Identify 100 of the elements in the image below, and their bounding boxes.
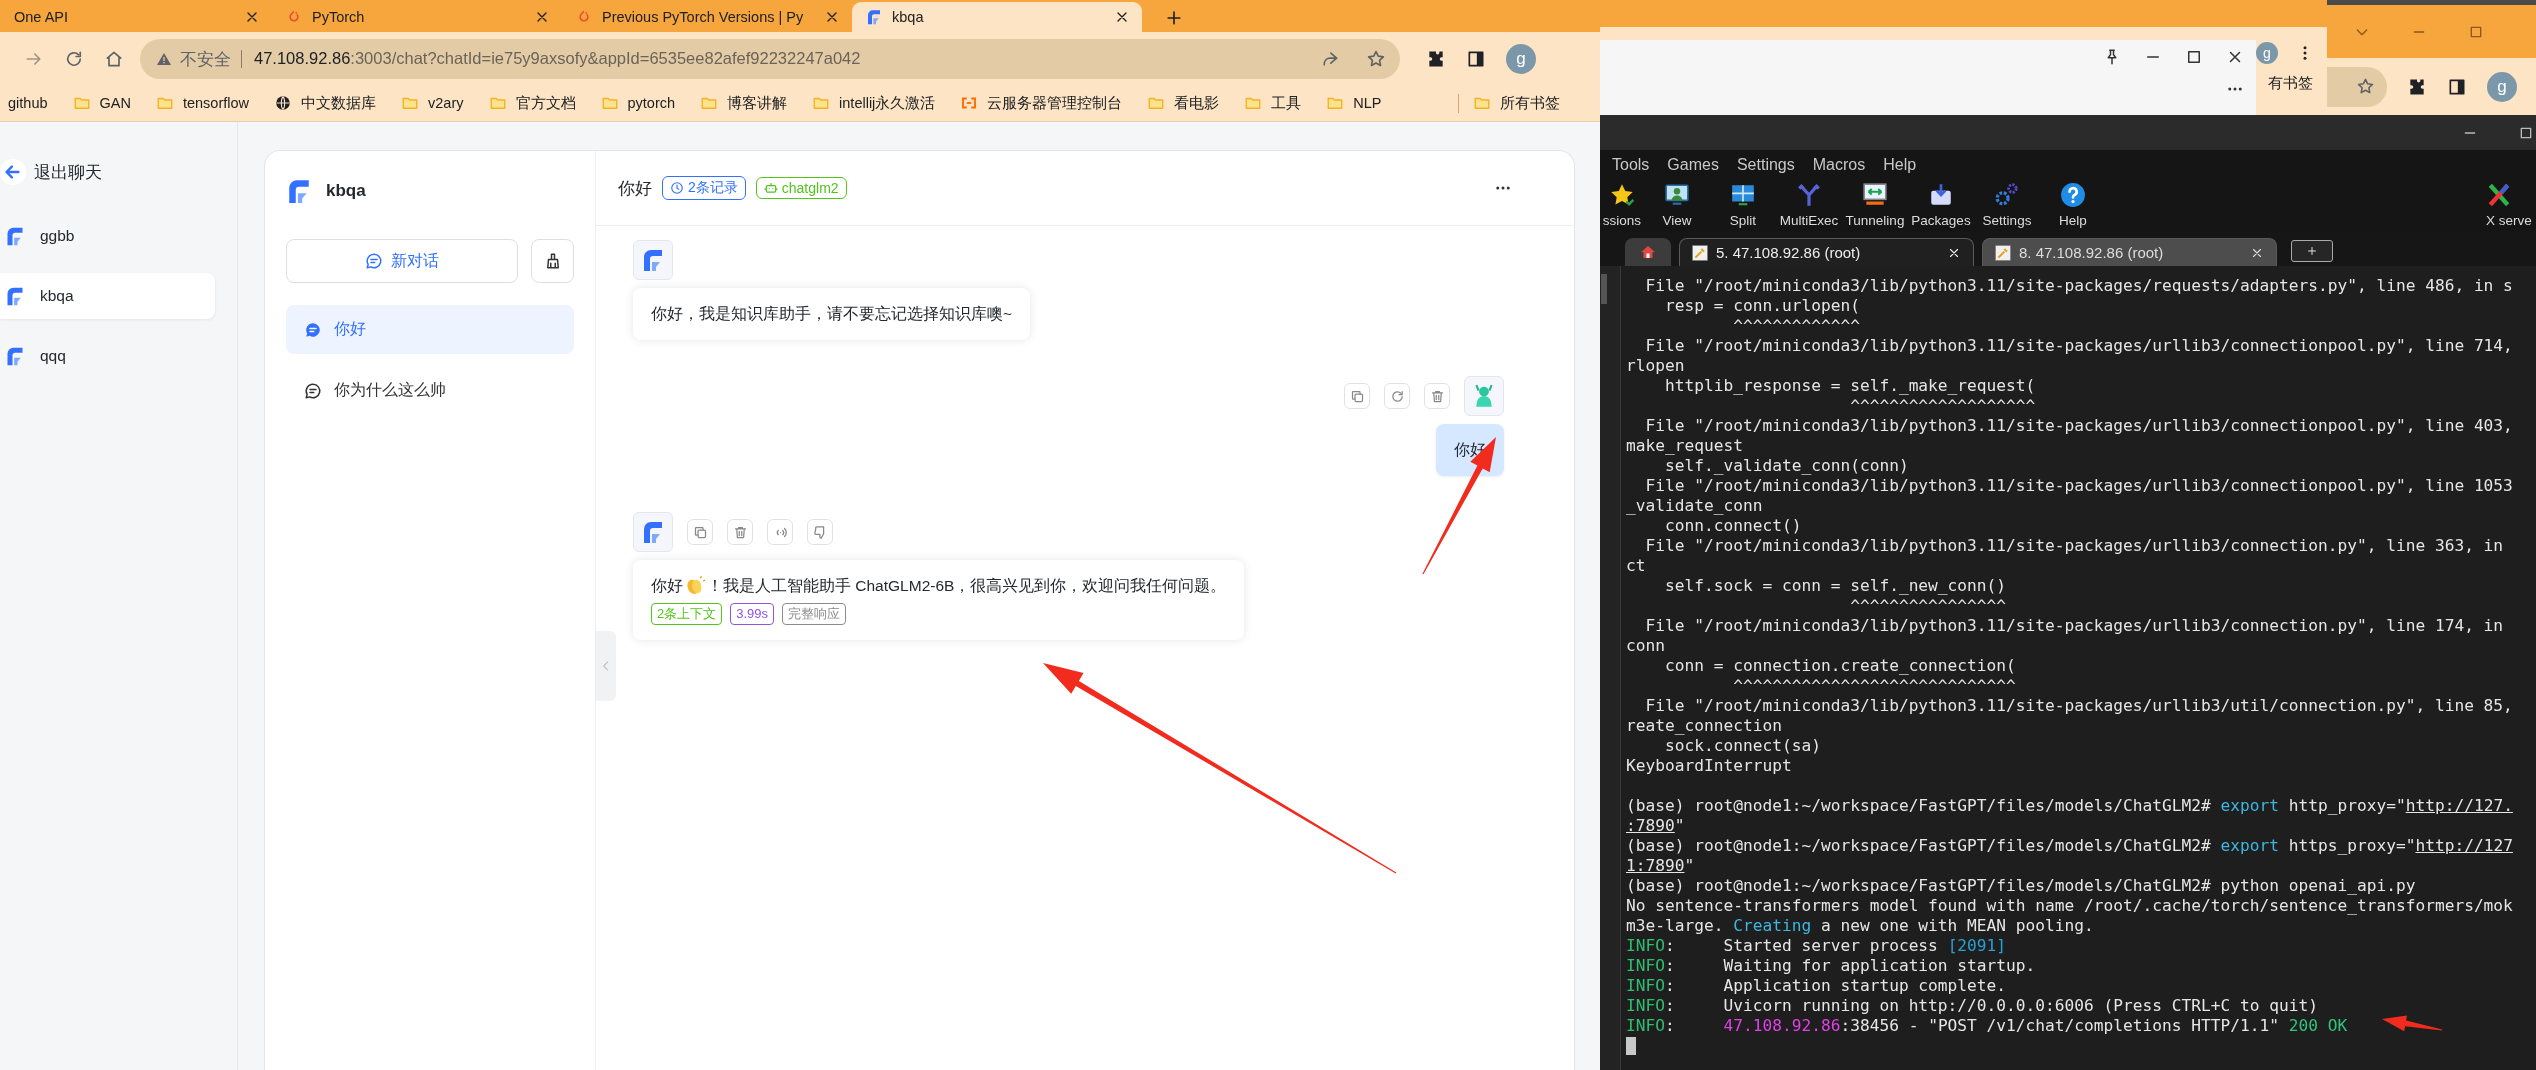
bookmark-label: 有书签 — [2267, 74, 2314, 93]
delete-button[interactable] — [727, 519, 753, 545]
address-bar[interactable] — [2327, 66, 2387, 107]
new-tab-button[interactable] — [2291, 240, 2333, 262]
app-item[interactable]: ggbb — [0, 213, 215, 259]
maximize-icon[interactable] — [2185, 48, 2203, 66]
menu-item[interactable]: Games — [1667, 156, 1719, 174]
app-logo-icon — [866, 9, 882, 25]
app-item[interactable]: qqq — [0, 333, 215, 379]
terminal-line: ^^^^^^^^^^^^^ — [1732, 316, 1860, 336]
dislike-button[interactable] — [807, 519, 833, 545]
toolbar-button[interactable]: View — [1644, 182, 1710, 228]
delete-button[interactable] — [1424, 383, 1450, 409]
bookmark[interactable]: github — [8, 95, 48, 111]
star-icon[interactable] — [1366, 48, 1386, 69]
tab-title: Previous PyTorch Versions | Py — [602, 9, 805, 25]
bookmark[interactable]: 博客讲解 — [700, 93, 788, 113]
copy-button[interactable] — [1344, 383, 1370, 409]
app-logo-icon — [5, 226, 25, 246]
terminal-line: conn.connect() — [1663, 516, 1802, 536]
copy-button[interactable] — [687, 519, 713, 545]
session-tab[interactable]: 8. 47.108.92.86 (root) — [1982, 238, 2277, 266]
menu-item[interactable]: Help — [1883, 156, 1917, 174]
bookmark[interactable]: 中文数据库 — [274, 93, 377, 113]
terminal-line: File "/root/miniconda3/lib/python3.11/site-packages/urllib3/util/connection.py", line 85, — [1644, 696, 2513, 716]
tab-title: One API — [14, 9, 69, 25]
terminal-line: ^^^^^^^^^^^^^^^^^^^ — [1849, 396, 2036, 416]
terminal-line: make_request — [1626, 436, 1743, 456]
scrollbar[interactable] — [1601, 274, 1607, 304]
exit-chat-link[interactable]: 退出聊天 — [0, 152, 237, 192]
terminal-line: File "/root/miniconda3/lib/python3.11/site-packages/urllib3/connectionpool.py", line 714, — [1644, 336, 2513, 356]
bookmark[interactable]: 所有书签 — [1473, 93, 1560, 113]
terminal-line: _validate_conn — [1626, 496, 1763, 516]
security-label: 不安全 — [180, 49, 242, 68]
monitor-icon — [1664, 182, 1690, 208]
session-tab[interactable]: 5. 47.108.92.86 (root) — [1679, 238, 1974, 266]
toolbar-button[interactable]: MultiExec — [1776, 182, 1842, 228]
message-text: ！我是人工智能助手 ChatGLM2-6B，很高兴见到你，欢迎问我任何问题。 — [707, 576, 1227, 596]
toolbar-button[interactable]: ssions — [1600, 182, 1644, 228]
terminal-line: (base) root@node1:~/workspace/FastGPT/files/models/ChatGLM2# export https_proxy="http://127 — [1626, 836, 2513, 856]
browser-tab[interactable]: kbqa — [852, 2, 1142, 32]
regenerate-button[interactable] — [1384, 383, 1410, 409]
terminal-line: :7890" — [1626, 816, 1685, 836]
app-logo-icon — [641, 248, 665, 272]
address-bar[interactable]: 不安全 47.108.92.86:3003/chat?chatId=ie75y9axsofy&appId=6535ee82afef92232247a042 — [140, 38, 1400, 79]
terminal-line: INFO: Application startup complete. — [1626, 976, 2007, 996]
x-icon — [2486, 182, 2512, 208]
home-tab[interactable] — [1625, 238, 1671, 266]
toolbar-button[interactable]: Help — [2040, 182, 2106, 228]
new-chat-button[interactable]: 新对话 — [286, 239, 518, 283]
browser-tab[interactable]: PyTorch — [272, 2, 562, 32]
terminal-line: File "/root/miniconda3/lib/python3.11/site-packages/urllib3/connection.py", line 174, in — [1644, 616, 2504, 636]
clear-button[interactable] — [531, 239, 574, 283]
browser-tab[interactable]: Previous PyTorch Versions | Py — [562, 2, 852, 32]
bookmark[interactable]: NLP — [1326, 94, 1382, 112]
app-logo-icon — [641, 520, 665, 544]
terminal-line: self._validate_conn(conn) — [1663, 456, 1909, 476]
bookmark[interactable]: 云服务器管理控制台 — [960, 93, 1123, 113]
history-item[interactable]: 你好 — [286, 305, 574, 354]
bookmark[interactable]: 工具 — [1244, 93, 1302, 113]
delete-icon — [1429, 388, 1445, 404]
bookmark[interactable]: intellij永久激活 — [812, 93, 936, 113]
plus-icon — [2306, 245, 2318, 257]
terminal-line: INFO: Waiting for application startup. — [1626, 956, 2036, 976]
history-item[interactable]: 你为什么这么帅 — [286, 366, 574, 415]
terminal-line: ^^^^^^^^^^^^^^^^^^^^^^^^^^^^^ — [1732, 676, 2016, 696]
terminal-line: self.sock = conn = self._new_conn() — [1663, 576, 2007, 596]
toolbar-button[interactable]: Split — [1710, 182, 1776, 228]
message-text: 你好 — [651, 576, 683, 596]
terminal-line: File "/root/miniconda3/lib/python3.11/site-packages/requests/adapters.py", line 486, in s — [1644, 276, 2513, 296]
browser-tab[interactable]: One API — [0, 2, 272, 32]
terminal-line: File "/root/miniconda3/lib/python3.11/site-packages/urllib3/connectionpool.py", line 1053 — [1644, 476, 2513, 496]
speaker-button[interactable] — [767, 519, 793, 545]
menu-item[interactable]: Macros — [1812, 156, 1866, 174]
terminal-line: File "/root/miniconda3/lib/python3.11/site-packages/urllib3/connectionpool.py", line 403, — [1644, 416, 2513, 436]
collapse-handle[interactable] — [596, 631, 616, 701]
url-text: 47.108.92.86:3003/chat?chatId=ie75y9axsofy&appId=6535ee82afef92232247a042 — [253, 49, 862, 68]
toolbar-button[interactable]: Packages — [1908, 182, 1974, 228]
star-icon — [1609, 182, 1635, 208]
house-icon — [1639, 243, 1657, 261]
bookmark[interactable]: tensorflow — [155, 94, 250, 112]
annotation-arrow — [2382, 1015, 2443, 1032]
bookmark[interactable]: pytorch — [600, 94, 676, 112]
app-logo-icon — [5, 346, 25, 366]
menu-item[interactable]: Tools — [1612, 156, 1650, 174]
bookmark[interactable]: GAN — [72, 94, 131, 112]
toolbar-button[interactable]: X serve — [2486, 182, 2536, 228]
bookmark[interactable]: 官方文档 — [488, 93, 576, 113]
menu-item[interactable]: Settings — [1736, 156, 1795, 174]
bookmark[interactable]: v2ary — [401, 94, 464, 112]
bookmark[interactable]: 看电影 — [1147, 93, 1220, 113]
toolbar-button[interactable]: Tunneling — [1842, 182, 1908, 228]
terminal-line: conn — [1626, 636, 1665, 656]
toolbar-button[interactable]: Settings — [1974, 182, 2040, 228]
app-logo-icon — [5, 286, 25, 306]
star-icon[interactable] — [2356, 77, 2375, 96]
terminal-line: (base) root@node1:~/workspace/FastGPT/files/models/ChatGLM2# export http_proxy="http://127. — [1626, 795, 2513, 816]
terminal-line: No sentence-transformers model found with name /root/.cache/torch/sentence_transformers/mok — [1626, 896, 2513, 916]
app-item[interactable]: kbqa — [0, 273, 215, 319]
clapping-hands-icon — [684, 575, 706, 597]
